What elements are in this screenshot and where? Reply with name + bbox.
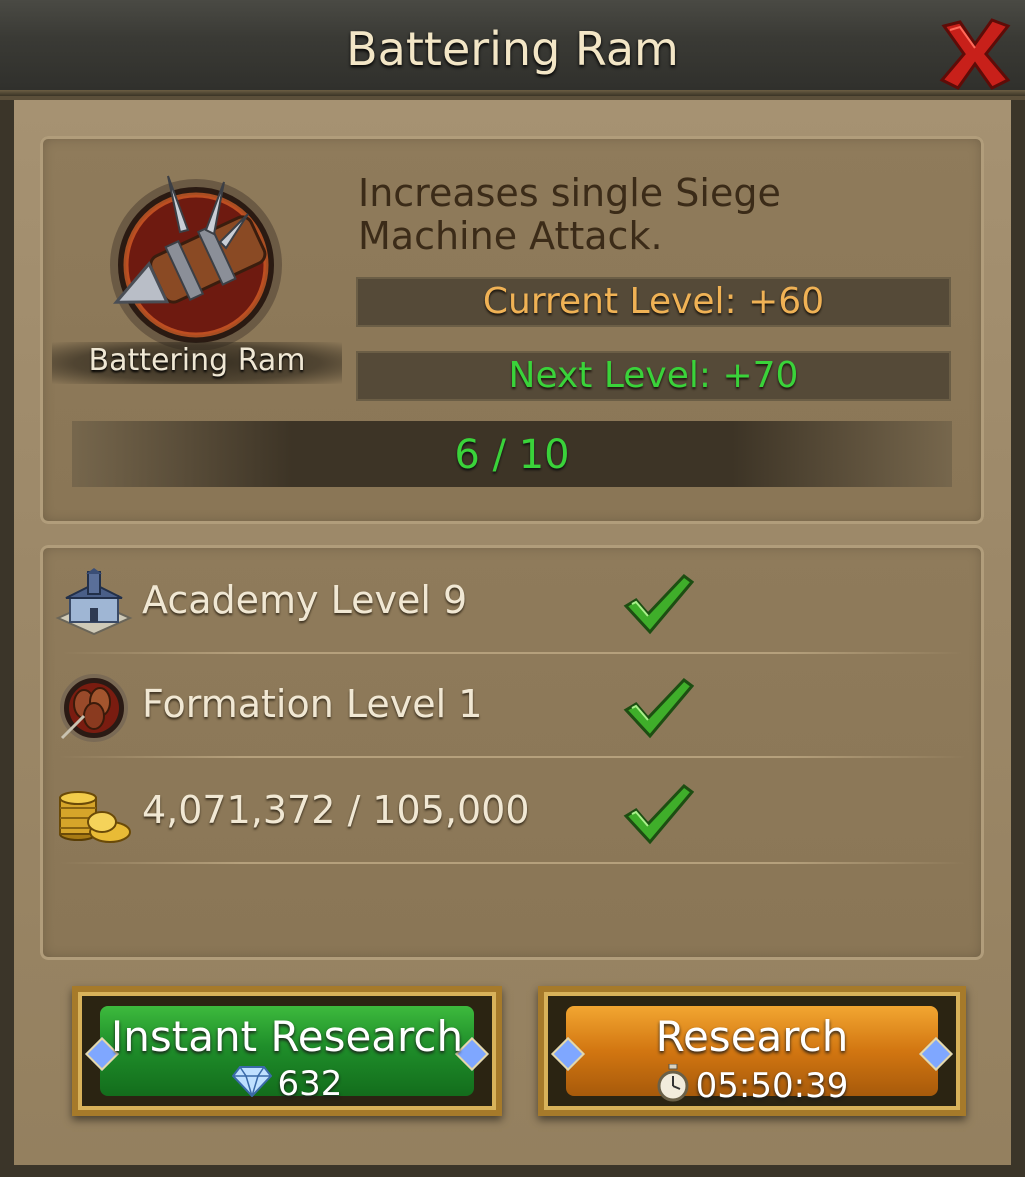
research-time-value: 05:50:39	[695, 1066, 849, 1106]
instant-research-button[interactable]: Instant Research 632	[72, 986, 502, 1116]
research-button[interactable]: Research 05:50:39	[538, 986, 966, 1116]
research-label: Research	[655, 1012, 849, 1061]
requirement-text: 4,071,372 / 105,000	[142, 788, 530, 832]
checkmark-icon	[622, 676, 695, 740]
level-progress-text: 6 / 10	[454, 432, 570, 478]
formation-icon	[54, 672, 134, 742]
battering-ram-icon	[96, 170, 296, 351]
requirement-row: Academy Level 9	[50, 548, 975, 654]
checkmark-icon	[622, 782, 695, 846]
diamond-cost-value: 632	[277, 1064, 343, 1104]
close-button[interactable]	[938, 18, 1012, 90]
gold-coins-icon	[54, 778, 134, 848]
academy-building-icon	[54, 568, 134, 638]
diamond-icon	[231, 1065, 272, 1106]
requirement-row: 4,071,372 / 105,000	[50, 758, 975, 864]
instant-research-cost: 632	[78, 1064, 496, 1106]
requirement-text: Academy Level 9	[142, 578, 468, 622]
close-icon	[939, 18, 1011, 90]
research-time: 05:50:39	[544, 1063, 960, 1111]
row-divider	[60, 862, 965, 864]
item-name-label: Battering Ram	[88, 343, 306, 378]
requirement-text: Formation Level 1	[142, 682, 483, 726]
next-level-bar: Next Level: +70	[356, 351, 951, 401]
requirement-row: Formation Level 1	[50, 652, 975, 758]
stopwatch-icon	[656, 1063, 690, 1111]
item-description: Increases single Siege Machine Attack.	[358, 171, 781, 258]
checkmark-icon	[622, 572, 695, 636]
dialog-title: Battering Ram	[346, 22, 679, 76]
title-bar: Battering Ram	[0, 0, 1025, 100]
current-level-bar: Current Level: +60	[356, 277, 951, 327]
instant-research-label: Instant Research	[110, 1012, 464, 1061]
